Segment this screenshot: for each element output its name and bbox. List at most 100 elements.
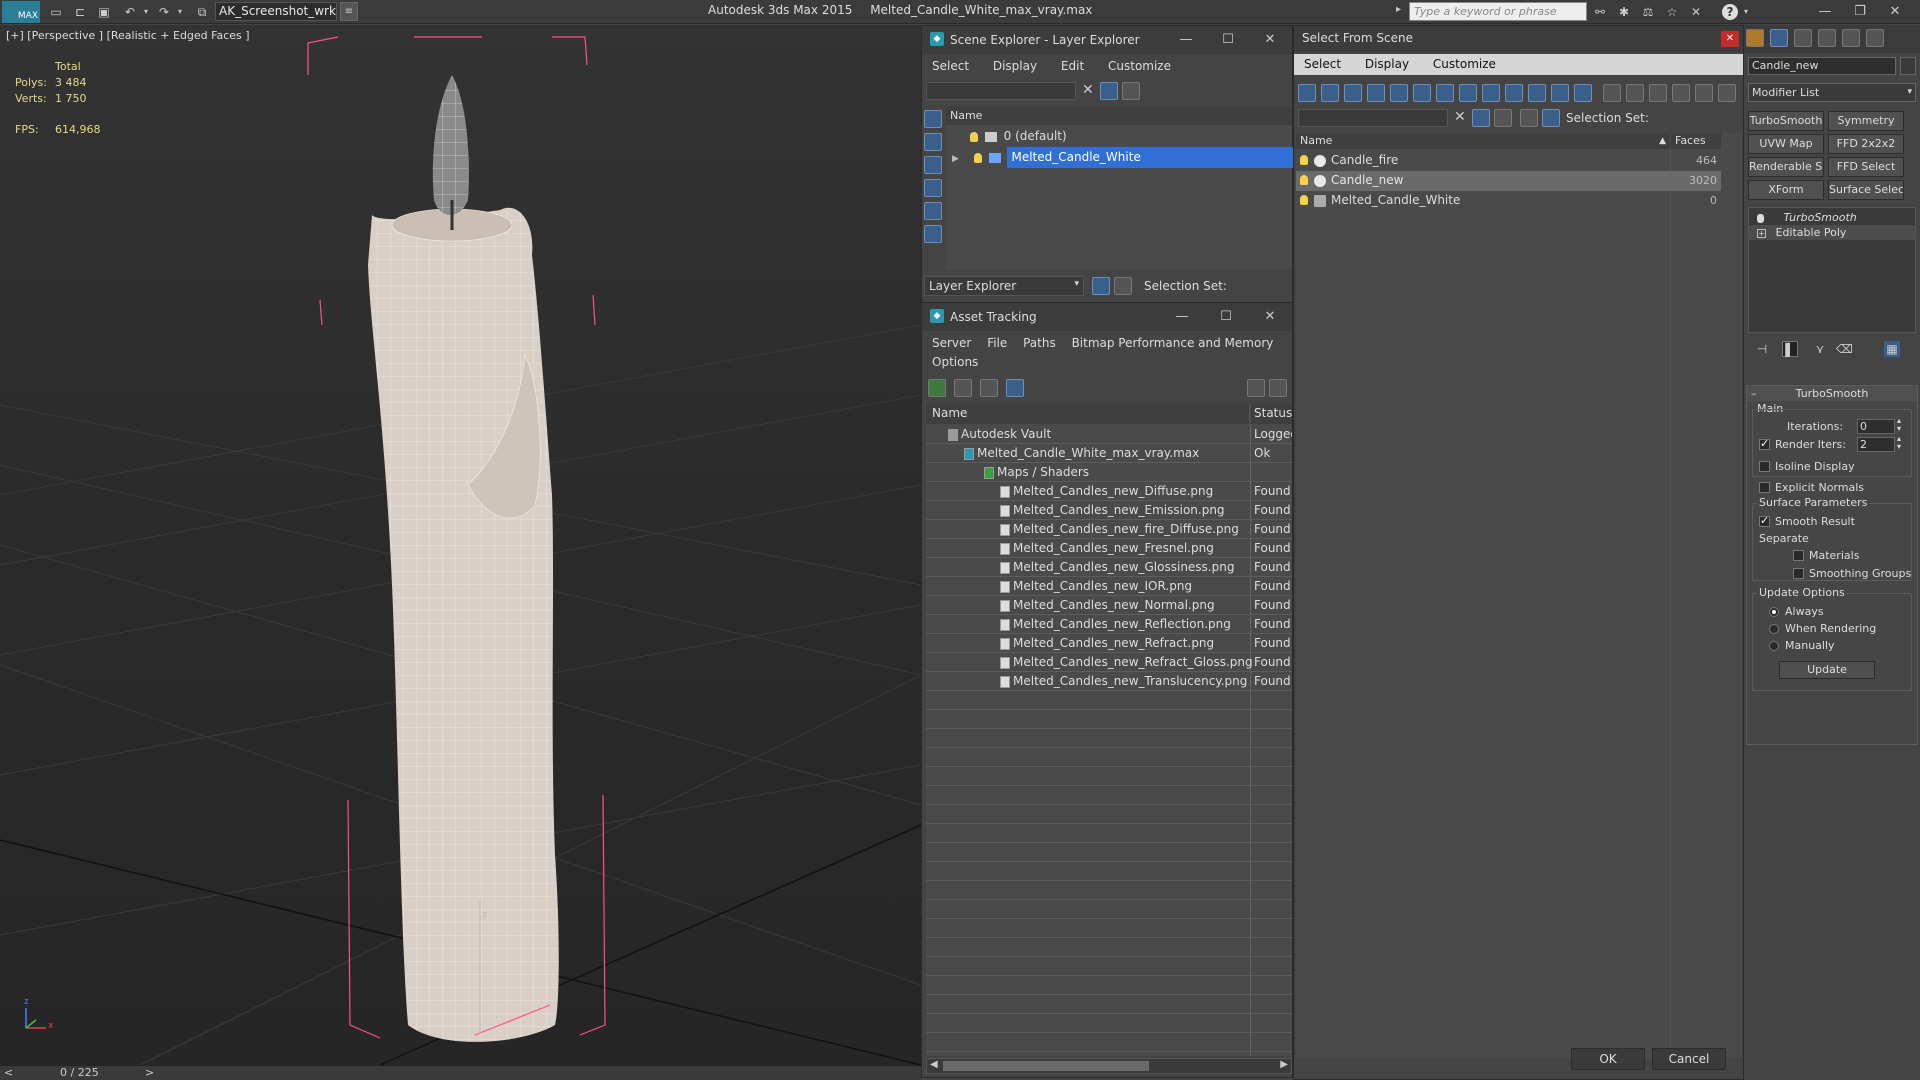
render-iters-spinner[interactable]: 2 xyxy=(1857,437,1895,452)
motion-tab-icon[interactable] xyxy=(1818,29,1836,47)
containers-filter-icon[interactable] xyxy=(1505,84,1523,102)
menu-select[interactable]: Select xyxy=(922,56,979,76)
perspective-viewport[interactable]: z [+] [Perspective ] [Realistic + Edged … xyxy=(0,25,921,1065)
modifier-button-ffd[interactable]: FFD 2x2x2 xyxy=(1828,134,1904,154)
select-all-icon[interactable] xyxy=(1603,84,1621,102)
spinner-arrows-icon[interactable]: ▴ ▾ xyxy=(1897,435,1901,451)
workspace-menu-icon[interactable]: ≡ xyxy=(340,2,358,21)
update-button[interactable]: Update xyxy=(1779,661,1875,679)
candle-mesh[interactable] xyxy=(368,207,559,1042)
layer-row[interactable]: 0 (default) xyxy=(946,127,1292,146)
filter-options-icon[interactable] xyxy=(1672,84,1690,102)
modifier-button-turbosmooth[interactable]: TurboSmooth xyxy=(1748,111,1824,131)
menu-edit[interactable]: Edit xyxy=(1051,56,1094,76)
layer-toggle-icon[interactable] xyxy=(1520,109,1538,127)
geometry-filter-icon[interactable] xyxy=(1298,84,1316,102)
undo-dropdown-icon[interactable]: ▾ xyxy=(138,4,154,20)
hierarchy-toggle-icon[interactable] xyxy=(1542,109,1560,127)
minimize-icon[interactable]: — xyxy=(1810,2,1840,22)
modifier-button-uvw-map[interactable]: UVW Map xyxy=(1748,134,1824,154)
display-tab-icon[interactable] xyxy=(1842,29,1860,47)
menu-customize[interactable]: Customize xyxy=(1098,56,1181,76)
table-view-icon[interactable] xyxy=(1006,379,1024,397)
close-icon[interactable]: ✕ xyxy=(1880,2,1910,22)
hierarchy-mode-icon[interactable] xyxy=(1114,277,1132,295)
menu-options[interactable]: Options xyxy=(922,352,988,372)
groups-filter-icon[interactable] xyxy=(1436,84,1454,102)
time-next-button[interactable]: > xyxy=(145,1066,154,1079)
workspace-dropdown[interactable]: AK_Screenshot_wrksp xyxy=(215,2,337,21)
shapes-filter-icon[interactable] xyxy=(1321,84,1339,102)
object-col-faces[interactable]: Faces xyxy=(1671,133,1721,149)
display-geometry-icon[interactable] xyxy=(924,110,942,128)
asset-row[interactable]: Melted_Candles_new_Refract_Gloss.png Foun… xyxy=(926,653,1292,672)
asset-tracking-header[interactable]: ◆ Asset Tracking — ☐ ✕ xyxy=(922,303,1292,331)
explicit-normals-checkbox[interactable] xyxy=(1759,482,1770,493)
select-search-input[interactable] xyxy=(1298,109,1448,127)
candle-flame-mesh[interactable] xyxy=(432,75,469,230)
search-input[interactable]: Type a keyword or phrase xyxy=(1409,2,1587,21)
refresh-icon[interactable] xyxy=(928,379,946,397)
xrefs-filter-icon[interactable] xyxy=(1459,84,1477,102)
minimize-icon[interactable]: — xyxy=(1174,30,1198,50)
asset-row[interactable]: Melted_Candles_new_Refract.png Found xyxy=(926,634,1292,653)
select-from-scene-header[interactable]: Select From Scene ✕ xyxy=(1294,26,1743,52)
stack-item-editable-poly[interactable]: + Editable Poly xyxy=(1749,225,1915,240)
project-folder-icon[interactable]: ⧉ xyxy=(194,4,210,20)
display-helpers-icon[interactable] xyxy=(924,202,942,220)
asset-row[interactable]: Autodesk Vault Logged xyxy=(926,425,1292,444)
light-bulb-icon[interactable] xyxy=(1757,213,1764,223)
invert-selection-icon[interactable] xyxy=(1649,84,1667,102)
maximize-icon[interactable]: ☐ xyxy=(1214,307,1238,327)
spacewarps-filter-icon[interactable] xyxy=(1413,84,1431,102)
list-view-icon[interactable] xyxy=(954,379,972,397)
show-end-result-icon[interactable]: ▌ xyxy=(1782,341,1798,357)
scroll-left-icon[interactable]: ◀ xyxy=(930,1059,938,1070)
layer-row[interactable]: ▶ Melted_Candle_White xyxy=(946,147,1298,168)
close-x-tool-icon[interactable]: ✕ xyxy=(1688,4,1704,20)
close-icon[interactable]: ✕ xyxy=(1258,30,1282,50)
ok-button[interactable]: OK xyxy=(1571,1048,1645,1070)
when-rendering-radio[interactable] xyxy=(1769,624,1779,634)
app-logo[interactable]: MAX xyxy=(2,1,40,23)
manually-radio[interactable] xyxy=(1769,641,1779,651)
materials-checkbox[interactable] xyxy=(1793,550,1804,561)
asset-row[interactable]: Melted_Candles_new_Emission.png Found xyxy=(926,501,1292,520)
modifier-list-dropdown[interactable]: Modifier List ▾ xyxy=(1748,83,1916,102)
asset-col-status[interactable]: Status xyxy=(1251,404,1292,424)
hidden-filter-icon[interactable] xyxy=(1551,84,1569,102)
asset-row[interactable]: Melted_Candles_new_fire_Diffuse.png Found xyxy=(926,520,1292,539)
menu-customize[interactable]: Customize xyxy=(1423,54,1506,74)
frozen-filter-icon[interactable] xyxy=(1528,84,1546,102)
time-prev-button[interactable]: < xyxy=(4,1066,13,1079)
layer-explorer-dropdown[interactable]: Layer Explorer ▾ xyxy=(924,276,1084,296)
asset-row[interactable]: Melted_Candles_new_Normal.png Found xyxy=(926,596,1292,615)
asset-row[interactable]: Maps / Shaders xyxy=(926,463,1292,482)
smoothing-groups-checkbox[interactable] xyxy=(1793,568,1804,579)
modifier-button-ffd-select[interactable]: FFD Select xyxy=(1828,157,1904,177)
hierarchy-tab-icon[interactable] xyxy=(1794,29,1812,47)
redo-icon[interactable]: ↷ xyxy=(156,4,172,20)
subscription-icon[interactable]: ⚖ xyxy=(1640,4,1656,20)
collapse-all-icon[interactable] xyxy=(1718,84,1736,102)
make-unique-icon[interactable]: ⋎ xyxy=(1812,341,1828,357)
scrollbar-thumb[interactable] xyxy=(943,1061,1149,1071)
modifier-button-xform[interactable]: XForm xyxy=(1748,180,1824,200)
light-bulb-icon[interactable] xyxy=(973,152,982,163)
open-file-icon[interactable]: ⊏ xyxy=(72,4,88,20)
light-bulb-icon[interactable] xyxy=(1300,155,1308,165)
binoculars-icon[interactable]: ⚯ xyxy=(1592,4,1608,20)
pin-stack-icon[interactable]: ⊣ xyxy=(1754,341,1770,357)
menu-bitmap-performance[interactable]: Bitmap Performance and Memory xyxy=(1070,333,1284,353)
find-case-icon[interactable] xyxy=(1494,109,1512,127)
cancel-button[interactable]: Cancel xyxy=(1652,1048,1726,1070)
display-cameras-icon[interactable] xyxy=(924,179,942,197)
configure-modifier-sets-icon[interactable]: ▦ xyxy=(1884,341,1900,357)
smooth-result-checkbox[interactable] xyxy=(1759,514,1770,527)
scene-explorer-search-input[interactable] xyxy=(926,82,1076,100)
help-dropdown-icon[interactable]: ▾ xyxy=(1738,4,1754,20)
help-icon[interactable]: ? xyxy=(1722,4,1738,20)
rollout-header[interactable]: – TurboSmooth xyxy=(1747,386,1917,401)
expand-plus-icon[interactable]: + xyxy=(1757,229,1766,238)
menu-file[interactable]: File xyxy=(985,333,1017,353)
